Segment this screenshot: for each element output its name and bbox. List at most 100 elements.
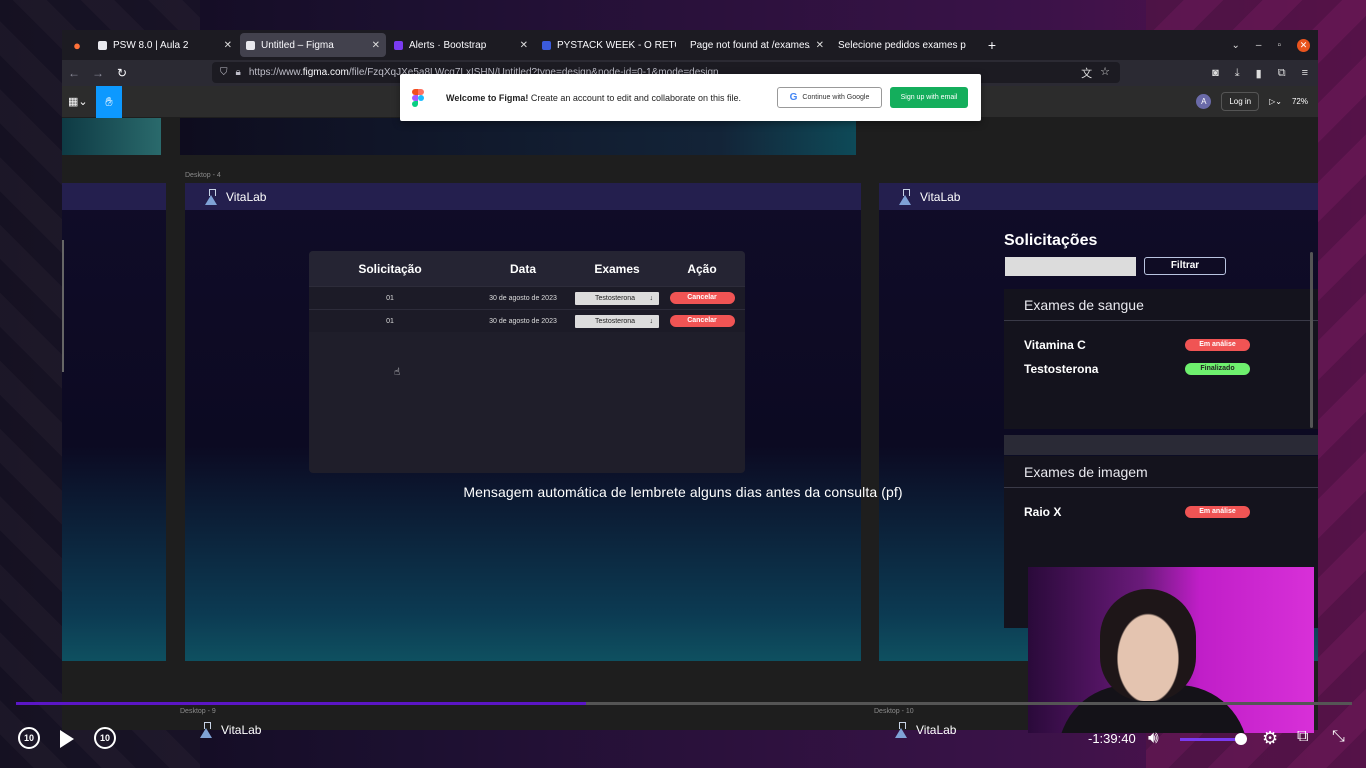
extension-icon[interactable]: ▮: [1256, 67, 1262, 80]
new-tab-button[interactable]: +: [980, 37, 1004, 53]
column-header: Solicitação: [358, 261, 422, 276]
solicitacoes-title: Solicitações: [1004, 232, 1098, 249]
bookmark-star-icon[interactable]: ☆: [1100, 65, 1110, 81]
flask-icon: [899, 188, 912, 205]
status-badge: Em análise: [1185, 506, 1250, 518]
popout-icon[interactable]: ⧉: [1297, 728, 1308, 746]
download-icon[interactable]: ⤓: [1235, 67, 1240, 80]
volume-slider[interactable]: [1180, 738, 1240, 741]
maximize-icon[interactable]: ▫: [1277, 40, 1281, 51]
bootstrap-icon: [394, 40, 403, 50]
tab-title: PYSTACK WEEK - O RETO: [557, 39, 676, 51]
left-scrollbar[interactable]: [62, 240, 64, 372]
document-icon: [98, 40, 107, 50]
exam-name: Testosterona: [1024, 362, 1099, 376]
request-id: 01: [386, 317, 394, 325]
frame-header: [62, 183, 166, 210]
sign-up-email-button[interactable]: Sign up with email: [890, 87, 968, 108]
figma-icon: [246, 40, 255, 50]
avatar[interactable]: A: [1196, 94, 1212, 109]
frame-label[interactable]: Desktop - 4: [185, 172, 221, 179]
arrow-down-icon: ↓: [649, 294, 654, 302]
exam-name: Raio X: [1024, 505, 1062, 519]
panel-divider: [1004, 435, 1318, 455]
continue-with-google-button[interactable]: G Continue with Google: [777, 87, 882, 108]
close-tab-icon[interactable]: ✕: [520, 40, 528, 51]
volume-knob[interactable]: [1235, 733, 1247, 745]
minimize-icon[interactable]: –: [1256, 40, 1262, 51]
brand-name: VitaLab: [226, 189, 267, 204]
cancel-button[interactable]: Cancelar: [669, 292, 735, 304]
panel-scrollbar[interactable]: [1310, 252, 1313, 428]
video-player-controls: 10 10 -1:39:40 🔊︎ ⚙︎ ⧉ ⤡: [0, 700, 1366, 768]
window-controls: ⌄ – ▫ ✕: [1232, 30, 1310, 60]
shield-icon[interactable]: ⛉: [220, 67, 228, 78]
cancel-button[interactable]: Cancelar: [669, 315, 735, 327]
exam-select[interactable]: Testosterona ↓: [575, 314, 659, 328]
translate-icon[interactable]: 文: [1081, 65, 1092, 81]
video-caption: Mensagem automática de lembrete alguns d…: [463, 484, 903, 500]
panel-heading: Exames de sangue: [1004, 289, 1318, 321]
frame-header: VitaLab: [879, 183, 1318, 210]
tab-title: PSW 8.0 | Aula 2: [113, 39, 189, 51]
login-button[interactable]: Log in: [1221, 92, 1260, 111]
google-icon: G: [789, 92, 798, 103]
close-tab-icon[interactable]: ✕: [816, 40, 824, 51]
time-remaining: -1:39:40: [1088, 731, 1136, 746]
exam-select[interactable]: Testosterona ↓: [575, 291, 659, 305]
hand-cursor-icon: ☝︎: [394, 367, 401, 378]
tab-title: Page not found at /exames/: [690, 39, 810, 51]
tab-bar: ● PSW 8.0 | Aula 2 ✕ Untitled – Figma ✕ Al…: [62, 30, 1318, 60]
tab-pystack[interactable]: PYSTACK WEEK - O RETO: [536, 33, 682, 57]
status-badge: Finalizado: [1185, 363, 1250, 375]
frame-desktop-4[interactable]: VitaLab Solicitação Data Exames Ação 01 …: [185, 183, 861, 661]
skip-back-icon[interactable]: 10: [18, 727, 40, 749]
tab-bootstrap[interactable]: Alerts · Bootstrap ✕: [388, 33, 534, 57]
settings-gear-icon[interactable]: ⚙︎: [1262, 728, 1278, 749]
exam-name: Vitamina C: [1024, 338, 1086, 352]
tab-page-not-found[interactable]: Page not found at /exames/ ✕: [684, 33, 830, 57]
present-icon[interactable]: ▷⌄: [1269, 97, 1282, 106]
pystack-icon: [542, 40, 551, 50]
filter-button[interactable]: Filtrar: [1144, 257, 1226, 275]
firefox-icon[interactable]: ●: [62, 38, 92, 53]
exit-fullscreen-icon[interactable]: ⤡: [1332, 728, 1345, 746]
column-header: Exames: [594, 261, 640, 276]
progress-bar[interactable]: [16, 702, 1352, 705]
brand-name: VitaLab: [920, 189, 961, 204]
flask-icon: [205, 188, 218, 205]
lock-icon[interactable]: 🔒︎: [236, 67, 241, 78]
tab-list-icon[interactable]: ⌄: [1232, 40, 1240, 51]
requests-table: Solicitação Data Exames Ação 01 30 de ag…: [309, 251, 745, 473]
welcome-banner: Welcome to Figma! Create an account to e…: [400, 74, 981, 121]
column-header: Ação: [687, 261, 717, 276]
frame-header: VitaLab: [185, 183, 861, 210]
arrow-down-icon: ↓: [649, 317, 654, 325]
tab-selecione[interactable]: Selecione pedidos exames p: [832, 33, 978, 57]
filter-input[interactable]: [1005, 257, 1136, 276]
tab-psw[interactable]: PSW 8.0 | Aula 2 ✕: [92, 33, 238, 57]
reload-icon[interactable]: ↻: [110, 66, 134, 80]
menu-icon[interactable]: ≡: [1302, 67, 1308, 80]
tab-figma[interactable]: Untitled – Figma ✕: [240, 33, 386, 57]
blood-exams-panel: Exames de sangue Vitamina C Em análise T…: [1004, 289, 1318, 429]
skip-forward-icon[interactable]: 10: [94, 727, 116, 749]
forward-icon[interactable]: →: [86, 66, 110, 80]
table-row: 01 30 de agosto de 2023 Testosterona ↓ Ca…: [309, 309, 745, 332]
tab-title: Alerts · Bootstrap: [409, 39, 487, 51]
pocket-icon[interactable]: ◙: [1212, 67, 1219, 80]
extensions-icon[interactable]: ⧉: [1278, 67, 1286, 80]
tab-title: Untitled – Figma: [261, 39, 334, 51]
close-tab-icon[interactable]: ✕: [224, 40, 232, 51]
table-row: 01 30 de agosto de 2023 Testosterona ↓ Ca…: [309, 286, 745, 309]
banner-text: Welcome to Figma! Create an account to e…: [446, 92, 741, 103]
back-icon[interactable]: ←: [62, 66, 86, 80]
column-header: Data: [509, 261, 536, 276]
frame-partial-left: [62, 183, 166, 661]
play-icon[interactable]: [60, 730, 74, 748]
zoom-level[interactable]: 72%: [1292, 97, 1308, 106]
close-window-icon[interactable]: ✕: [1297, 38, 1310, 52]
progress-fill: [16, 702, 587, 705]
volume-icon[interactable]: 🔊︎: [1148, 728, 1159, 748]
close-tab-icon[interactable]: ✕: [372, 40, 380, 51]
